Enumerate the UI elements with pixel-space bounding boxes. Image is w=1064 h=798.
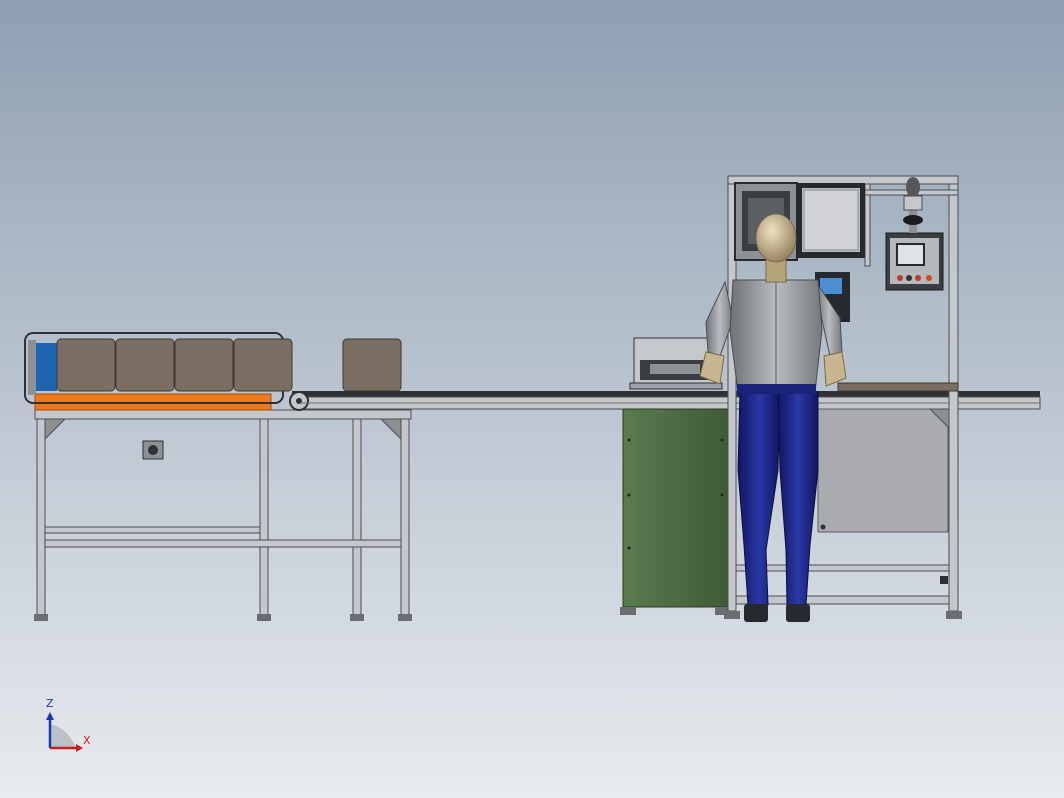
blue-side-panel <box>35 343 57 391</box>
table-leg <box>352 417 362 617</box>
back-panel <box>817 408 949 533</box>
carton <box>233 338 293 392</box>
carton <box>174 338 234 392</box>
table-foot <box>257 614 271 621</box>
main-conveyor <box>289 391 1041 411</box>
carton <box>56 338 116 392</box>
conveyor-belt <box>292 391 1040 397</box>
assembly-drawing <box>0 0 1064 798</box>
cad-viewport[interactable]: Z X <box>0 0 1064 798</box>
z-axis-label: Z <box>46 697 54 710</box>
x-axis-label: X <box>83 734 91 747</box>
table-leg <box>400 417 410 617</box>
table-foot <box>398 614 412 621</box>
table-foot <box>34 614 48 621</box>
carton <box>115 338 175 392</box>
mannequin-head <box>755 213 797 263</box>
table-foot <box>350 614 364 621</box>
table-top-frame <box>34 409 412 420</box>
beacon-light <box>906 177 920 197</box>
table-leg <box>36 417 46 617</box>
table-leg <box>259 417 269 617</box>
table-beam <box>44 526 261 534</box>
table-beam <box>44 539 402 548</box>
green-cabinet <box>620 408 731 615</box>
carton <box>342 338 402 392</box>
